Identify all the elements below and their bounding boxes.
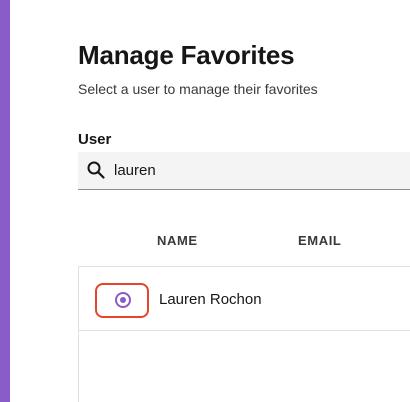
column-header-email[interactable]: EMAIL	[298, 233, 341, 248]
page-subtitle: Select a user to manage their favorites	[78, 81, 318, 97]
column-header-name[interactable]: NAME	[157, 233, 198, 248]
radio-selected-dot	[120, 297, 126, 303]
page-title: Manage Favorites	[78, 40, 295, 70]
user-name-cell: Lauren Rochon	[159, 291, 262, 308]
table-row[interactable]: Lauren Rochon	[79, 267, 410, 331]
search-value[interactable]: lauren	[114, 162, 156, 179]
accent-bar	[0, 0, 10, 402]
user-field-label: User	[78, 131, 112, 148]
user-search-input[interactable]: lauren	[78, 152, 410, 190]
user-radio-button[interactable]	[115, 292, 131, 308]
manage-favorites-page: Manage Favorites Select a user to manage…	[0, 0, 410, 402]
search-icon	[87, 161, 105, 179]
users-table: Lauren Rochon	[78, 266, 410, 402]
